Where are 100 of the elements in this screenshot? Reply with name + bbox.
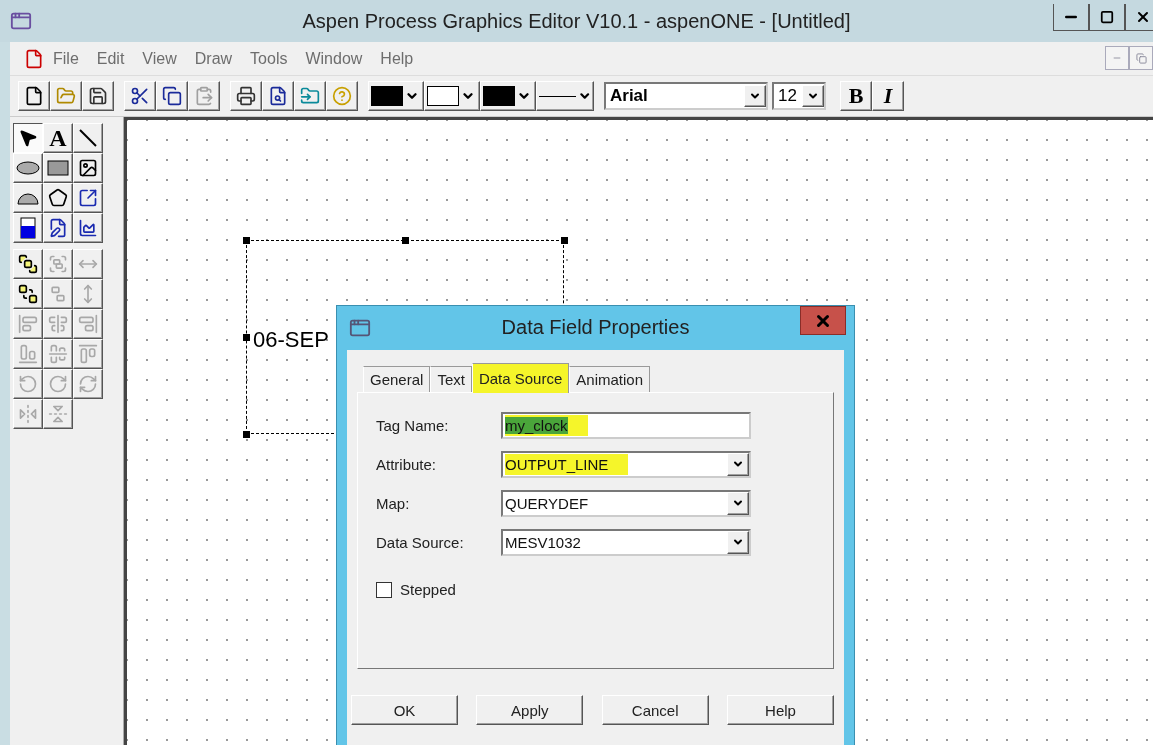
menu-item[interactable]: Window — [296, 49, 372, 68]
send-back-icon — [18, 284, 38, 304]
rectangle-icon — [47, 160, 69, 176]
pointer-arrow-tool[interactable] — [13, 123, 43, 153]
diagonal-line-tool[interactable] — [73, 123, 103, 153]
field-label: Data Source: — [376, 533, 465, 551]
resize-handle[interactable] — [402, 237, 409, 244]
tank-tool[interactable] — [13, 213, 43, 243]
scissors-icon — [130, 86, 150, 106]
field-label: Attribute: — [376, 455, 438, 473]
app-icon[interactable] — [10, 10, 32, 32]
flip-vertical-icon — [48, 404, 68, 424]
resize-handle[interactable] — [243, 431, 250, 438]
new-file-button[interactable] — [18, 81, 50, 111]
resize-handle[interactable] — [561, 237, 568, 244]
scissors-button[interactable] — [124, 81, 156, 111]
color-dropdown[interactable] — [424, 81, 480, 111]
clipboard-icon — [194, 86, 214, 106]
line-style-dropdown[interactable] — [536, 81, 594, 111]
rotate-left-icon — [18, 374, 38, 394]
restore-icon — [1135, 52, 1147, 64]
menu-item[interactable]: Edit — [87, 49, 134, 68]
picture-tool[interactable] — [73, 153, 103, 183]
folder-icon — [56, 86, 76, 106]
resize-handle[interactable] — [243, 237, 250, 244]
page-magnifier-button[interactable] — [262, 81, 294, 111]
arrow-box-tool[interactable] — [73, 183, 103, 213]
caret-icon[interactable] — [727, 491, 749, 515]
input-field[interactable]: my_clock — [501, 411, 751, 439]
text-tool[interactable]: A — [43, 123, 73, 153]
checkbox[interactable] — [376, 581, 392, 598]
rotate-right-icon — [48, 374, 68, 394]
ellipse-tool[interactable] — [13, 153, 43, 183]
color-dropdown[interactable] — [480, 81, 536, 111]
tab[interactable]: Data Source — [471, 363, 570, 393]
diagonal-line-icon — [78, 128, 98, 148]
half-circle-tool[interactable] — [13, 183, 43, 213]
menu-item[interactable]: View — [133, 49, 186, 68]
align-right-icon — [78, 314, 98, 334]
caret-icon[interactable] — [744, 85, 766, 107]
field-label: Tag Name: — [376, 416, 450, 434]
tab[interactable]: General — [363, 366, 431, 392]
rectangle-tool[interactable] — [43, 153, 73, 183]
pencil-page-tool[interactable] — [43, 213, 73, 243]
italic-button[interactable]: I — [872, 81, 904, 111]
printer-icon — [236, 86, 256, 106]
menu-item[interactable]: Tools — [241, 49, 297, 68]
dropdown-field[interactable]: QUERYDEF — [501, 489, 751, 517]
align-top-icon — [78, 344, 98, 364]
resize-handle[interactable] — [243, 334, 250, 341]
menu-item[interactable]: File — [44, 49, 88, 68]
flip-horizontal-icon — [18, 404, 38, 424]
copy-icon — [162, 86, 182, 106]
tab[interactable]: Text — [430, 366, 472, 392]
caret-icon[interactable] — [802, 85, 824, 107]
dialog-button[interactable]: Apply — [476, 695, 584, 725]
folder-button[interactable] — [50, 81, 82, 111]
caret-icon[interactable] — [727, 530, 749, 554]
font-dropdown[interactable]: Arial — [604, 82, 768, 110]
dropdown-field[interactable]: MESV1032 — [501, 528, 751, 556]
floppy-disk-button[interactable] — [82, 81, 114, 111]
tank-icon — [20, 217, 36, 239]
maximize-icon — [1100, 10, 1114, 24]
dialog-button[interactable]: OK — [351, 695, 458, 725]
color-dropdown[interactable] — [368, 81, 424, 111]
menu-item[interactable]: Help — [371, 49, 423, 68]
dialog-button[interactable]: Help — [727, 695, 834, 725]
font-size-dropdown[interactable]: 12 — [772, 82, 826, 110]
polygon-icon — [48, 188, 68, 208]
close-icon — [1135, 9, 1151, 25]
send-back-tool[interactable] — [13, 279, 43, 309]
field-label: Map: — [376, 494, 411, 512]
polygon-tool[interactable] — [43, 183, 73, 213]
area-chart-tool[interactable] — [73, 213, 103, 243]
line-style-icon — [539, 95, 576, 97]
checkbox-label: Stepped — [400, 581, 456, 598]
pencil-page-icon — [48, 218, 68, 238]
tab[interactable]: Animation — [569, 366, 650, 392]
copy-button[interactable] — [156, 81, 188, 111]
minimize-button[interactable] — [1053, 4, 1089, 31]
page-magnifier-icon — [268, 86, 288, 106]
dialog-title: Data Field Properties — [501, 316, 690, 339]
pointer-arrow-icon — [18, 128, 38, 148]
group-icon — [48, 254, 68, 274]
close-button[interactable] — [1125, 4, 1153, 31]
dialog-button[interactable]: Cancel — [601, 695, 709, 725]
help-button[interactable] — [326, 81, 358, 111]
ellipse-icon — [16, 161, 40, 175]
picture-icon — [78, 158, 98, 178]
document-icon[interactable] — [24, 48, 44, 69]
data-field-text: 06-SEP — [253, 327, 329, 353]
printer-button[interactable] — [230, 81, 262, 111]
menu-item[interactable]: Draw — [185, 49, 242, 68]
caret-icon[interactable] — [727, 452, 749, 476]
bring-front-tool[interactable] — [13, 249, 43, 279]
folder-arrow-button[interactable] — [294, 81, 326, 111]
align-center-icon — [48, 314, 68, 334]
dropdown-field[interactable]: OUTPUT_LINE — [501, 450, 751, 478]
bold-button[interactable]: B — [840, 81, 872, 111]
maximize-button[interactable] — [1089, 4, 1125, 31]
